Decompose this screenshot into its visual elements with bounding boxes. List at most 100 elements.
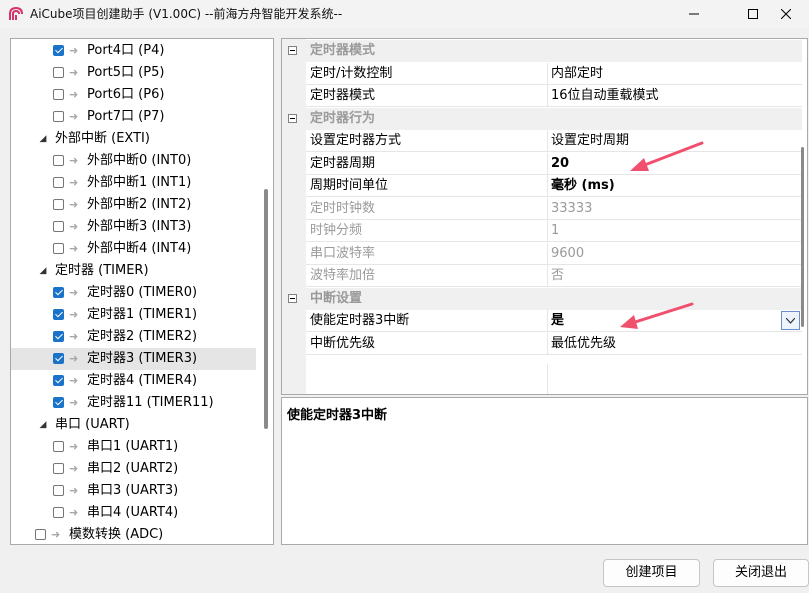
tree-item-checkbox[interactable]: [53, 309, 64, 320]
tree-item-checkbox[interactable]: [53, 155, 64, 166]
property-row[interactable]: 定时器周期 20: [306, 152, 802, 175]
collapse-expander-icon[interactable]: ◢: [38, 260, 48, 282]
tree-item[interactable]: ➜ 定时器1 (TIMER1): [11, 304, 256, 326]
grid-gutter: [282, 39, 306, 394]
tree-item-checkbox[interactable]: [53, 67, 64, 78]
property-row[interactable]: 设置定时器方式 设置定时周期: [306, 130, 802, 152]
property-value[interactable]: 设置定时周期: [551, 130, 629, 152]
close-window-button[interactable]: [763, 0, 809, 28]
tree-item-label: 定时器4 (TIMER4): [87, 373, 198, 388]
chevron-down-icon: [786, 318, 795, 324]
tree-item[interactable]: ➜ 串口2 (UART2): [11, 458, 256, 480]
tree-item-checkbox[interactable]: [53, 177, 64, 188]
tree-item-checkbox[interactable]: [53, 89, 64, 100]
tree-item-label: 定时器2 (TIMER2): [87, 329, 198, 344]
column-divider: [547, 220, 548, 242]
tree-item-checkbox[interactable]: [35, 529, 46, 540]
collapse-toggle-icon[interactable]: [288, 113, 297, 123]
collapse-expander-icon[interactable]: ◢: [38, 128, 48, 150]
property-value[interactable]: 是: [551, 310, 564, 332]
property-row[interactable]: 中断优先级 最低优先级: [306, 332, 802, 355]
tree-item-label: 定时器3 (TIMER3): [87, 351, 198, 366]
tree-item-checkbox[interactable]: [53, 353, 64, 364]
property-value[interactable]: 16位自动重载模式: [551, 85, 659, 107]
tree-item-checkbox[interactable]: [53, 397, 64, 408]
tree-item[interactable]: ➜ 外部中断2 (INT2): [11, 194, 256, 216]
tree-item[interactable]: ➜ Port5口 (P5): [11, 62, 256, 84]
tree-group[interactable]: ◢ 串口 (UART): [11, 414, 256, 436]
arrow-right-icon: ➜: [69, 352, 79, 365]
tree-item-checkbox[interactable]: [53, 463, 64, 474]
tree-item-checkbox[interactable]: [53, 375, 64, 386]
tree-item-label: 外部中断1 (INT1): [87, 175, 192, 190]
tree-scrollbar[interactable]: [264, 189, 268, 429]
tree-item[interactable]: ➜ 定时器11 (TIMER11): [11, 392, 256, 414]
property-category[interactable]: 定时器模式: [282, 40, 802, 62]
dropdown-button[interactable]: [781, 311, 800, 330]
tree-item-checkbox[interactable]: [53, 243, 64, 254]
tree-item[interactable]: ➜ 定时器2 (TIMER2): [11, 326, 256, 348]
tree-item[interactable]: ➜ Port7口 (P7): [11, 106, 256, 128]
tree-item-label: 定时器11 (TIMER11): [87, 395, 214, 410]
tree-item[interactable]: ➜ 定时器0 (TIMER0): [11, 282, 256, 304]
property-row[interactable]: 定时/计数控制 内部定时: [306, 62, 802, 85]
tree-item[interactable]: ➜ Port4口 (P4): [11, 40, 256, 62]
property-category[interactable]: 定时器行为: [282, 107, 802, 130]
collapse-toggle-icon[interactable]: [288, 293, 297, 303]
property-value[interactable]: 20: [551, 153, 569, 175]
arrow-right-icon: ➜: [69, 374, 79, 387]
property-value[interactable]: 最低优先级: [551, 333, 616, 355]
collapse-toggle-icon[interactable]: [288, 46, 297, 55]
tree-item[interactable]: ➜ 外部中断4 (INT4): [11, 238, 256, 260]
tree-item-checkbox[interactable]: [53, 287, 64, 298]
tree-item[interactable]: ➜ 外部中断0 (INT0): [11, 150, 256, 172]
arrow-right-icon: ➜: [69, 198, 79, 211]
tree-item-checkbox[interactable]: [53, 331, 64, 342]
tree-item-checkbox[interactable]: [53, 45, 64, 56]
tree-item-checkbox[interactable]: [53, 507, 64, 518]
tree-item-checkbox[interactable]: [53, 199, 64, 210]
property-name: 串口波特率: [310, 245, 376, 261]
tree-item[interactable]: ➜ Port6口 (P6): [11, 84, 256, 106]
tree-item-label: Port5口 (P5): [87, 65, 165, 80]
category-label: 定时器行为: [310, 110, 376, 126]
property-category[interactable]: 中断设置: [282, 287, 802, 310]
tree-item[interactable]: ➜ 串口3 (UART3): [11, 480, 256, 502]
tree-item-checkbox[interactable]: [53, 221, 64, 232]
property-row[interactable]: 定时器模式 16位自动重载模式: [306, 85, 802, 107]
tree-item[interactable]: ➜ 外部中断1 (INT1): [11, 172, 256, 194]
tree-item-label: 定时器1 (TIMER1): [87, 307, 198, 322]
tree-item-label: 模数转换 (ADC): [69, 527, 164, 542]
tree-item[interactable]: ➜ 定时器4 (TIMER4): [11, 370, 256, 392]
tree-item-checkbox[interactable]: [53, 441, 64, 452]
tree-group[interactable]: ◢ 定时器 (TIMER): [11, 260, 256, 282]
property-grid[interactable]: 定时器模式 定时/计数控制 内部定时 定时器模式 16位自动重载模式定时器行为设置定时器…: [281, 38, 808, 395]
tree-item-checkbox[interactable]: [53, 111, 64, 122]
column-divider: [547, 130, 548, 152]
collapse-expander-icon[interactable]: ◢: [38, 414, 48, 436]
property-name: 使能定时器3中断: [310, 313, 410, 328]
close-exit-button[interactable]: 关闭退出: [713, 559, 809, 587]
property-row: 波特率加倍 否: [306, 265, 802, 287]
arrow-right-icon: ➜: [69, 440, 79, 453]
property-value[interactable]: 毫秒 (ms): [551, 175, 615, 197]
tree-group[interactable]: ◢ 外部中断 (EXTI): [11, 128, 256, 150]
property-row[interactable]: 周期时间单位 毫秒 (ms): [306, 175, 802, 197]
peripheral-tree[interactable]: ➜ Port4口 (P4) ➜ Port5口 (P5) ➜ Port6口 (P6) ➜ Por…: [10, 38, 274, 545]
tree-item-checkbox[interactable]: [53, 485, 64, 496]
property-name: 定时时钟数: [310, 200, 376, 216]
property-value[interactable]: 内部定时: [551, 63, 603, 85]
create-project-button[interactable]: 创建项目: [603, 559, 700, 587]
tree-item[interactable]: ➜ 串口4 (UART4): [11, 502, 256, 524]
arrow-right-icon: ➜: [69, 484, 79, 497]
property-row[interactable]: 使能定时器3中断 是: [306, 310, 802, 332]
tree-item[interactable]: ➜ 模数转换 (ADC): [11, 524, 256, 544]
tree-item[interactable]: ➜ 外部中断3 (INT3): [11, 216, 256, 238]
arrow-right-icon: ➜: [69, 242, 79, 255]
tree-item[interactable]: ➜ 串口1 (UART1): [11, 436, 256, 458]
tree-item[interactable]: ➜ 定时器3 (TIMER3): [11, 348, 256, 370]
minimize-button[interactable]: [671, 0, 717, 28]
grid-scrollbar[interactable]: [801, 147, 804, 327]
property-row: 串口波特率 9600: [306, 242, 802, 265]
arrow-right-icon: ➜: [69, 44, 79, 57]
